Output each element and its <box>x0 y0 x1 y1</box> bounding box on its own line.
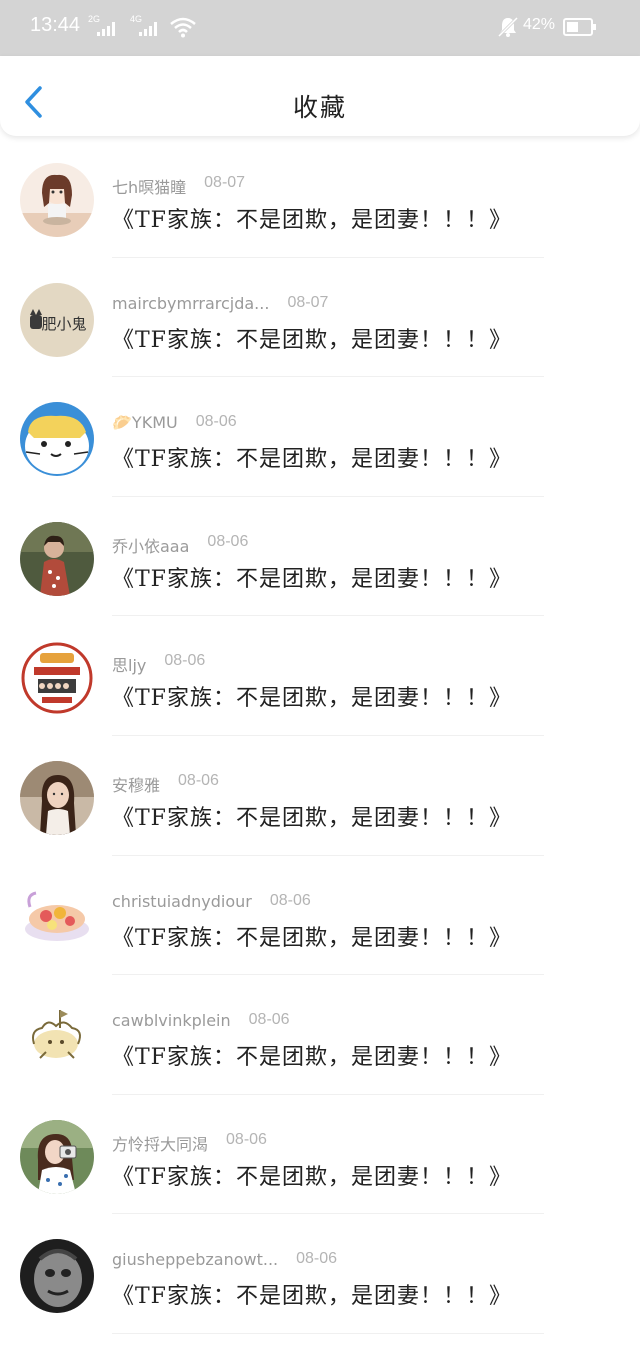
header: 收藏 <box>0 56 640 136</box>
avatar-child-photo-icon[interactable] <box>20 521 94 596</box>
status-time: 13:44 <box>30 14 81 36</box>
list-item[interactable]: 七h暝猫瞳 08-07 《TF家族：不是团欺，是团妻！！！》 <box>0 138 640 258</box>
post-date: 08-07 <box>204 174 246 191</box>
list-item[interactable]: 🥟YKMU 08-06 《TF家族：不是团欺，是团妻！！！》 <box>0 377 640 497</box>
post-date: 08-07 <box>287 293 329 311</box>
post-date: 08-06 <box>195 413 237 431</box>
user-name[interactable]: cawblvinkplein <box>112 1011 231 1030</box>
user-name[interactable]: 方怜捋大同渴 <box>112 1131 208 1155</box>
post-date: 08-06 <box>296 1250 338 1268</box>
user-name[interactable]: 乔小依aaa <box>112 533 189 557</box>
post-date: 08-06 <box>248 1011 290 1029</box>
avatar-dark-face-icon[interactable] <box>20 1239 94 1314</box>
list-item[interactable]: 方怜捋大同渴 08-06 《TF家族：不是团欺，是团妻！！！》 <box>0 1095 640 1215</box>
user-name[interactable]: 思ljy <box>112 652 146 676</box>
favorites-list: 七h暝猫瞳 08-07 《TF家族：不是团欺，是团妻！！！》 肥小鬼 mairc… <box>0 138 640 1351</box>
signal-icon: 2G <box>88 14 120 38</box>
list-item[interactable]: cawblvinkplein 08-06 《TF家族：不是团欺，是团妻！！！》 <box>0 975 640 1095</box>
list-item[interactable]: 肥小鬼 maircbymrrarcjda... 08-07 《TF家族：不是团欺… <box>0 258 640 378</box>
post-title[interactable]: 《TF家族：不是团欺，是团妻！！！》 <box>112 800 512 832</box>
battery-icon <box>563 18 596 36</box>
post-date: 08-06 <box>164 652 206 670</box>
user-name[interactable]: 七h暝猫瞳 <box>112 174 186 198</box>
list-item[interactable]: 思ljy 08-06 《TF家族：不是团欺，是团妻！！！》 <box>0 616 640 736</box>
user-name[interactable]: 安穆雅 <box>112 772 160 796</box>
post-title[interactable]: 《TF家族：不是团欺，是团妻！！！》 <box>112 1039 512 1071</box>
post-title[interactable]: 《TF家族：不是团欺，是团妻！！！》 <box>112 441 512 473</box>
user-name[interactable]: christuiadnydiour <box>112 892 252 911</box>
list-item[interactable]: giusheppebzanowt... 08-06 《TF家族：不是团欺，是团妻… <box>0 1214 640 1334</box>
list-item[interactable]: christuiadnydiour 08-06 《TF家族：不是团欺，是团妻！！… <box>0 856 640 976</box>
page-title: 收藏 <box>292 93 347 122</box>
avatar-sketch-creature-icon[interactable] <box>20 1000 94 1075</box>
avatar-cartoon-cat-icon[interactable] <box>20 402 94 477</box>
post-title[interactable]: 《TF家族：不是团欺，是团妻！！！》 <box>112 1278 512 1310</box>
post-date: 08-06 <box>178 771 219 789</box>
post-title[interactable]: 《TF家族：不是团欺，是团妻！！！》 <box>112 920 512 952</box>
post-title[interactable]: 《TF家族：不是团欺，是团妻！！！》 <box>112 202 512 234</box>
post-date: 08-06 <box>207 532 249 550</box>
battery-percent: 42% <box>523 16 556 33</box>
avatar-cat-logo-icon[interactable]: 肥小鬼 <box>20 282 94 357</box>
list-item[interactable]: 乔小依aaa 08-06 《TF家族：不是团欺，是团妻！！！》 <box>0 497 640 617</box>
status-bar: 13:44 2G 4G 42% <box>0 0 640 56</box>
avatar-girl-cartoon-icon[interactable] <box>20 163 94 237</box>
post-date: 08-06 <box>269 891 311 909</box>
signal-2-icon: 4G <box>130 14 162 38</box>
list-item[interactable]: 安穆雅 08-06 《TF家族：不是团欺，是团妻！！！》 <box>0 736 640 856</box>
post-title[interactable]: 《TF家族：不是团欺，是团妻！！！》 <box>112 322 512 354</box>
post-date: 08-06 <box>226 1130 267 1148</box>
wifi-icon <box>170 17 196 38</box>
avatar-food-bowl-icon[interactable] <box>20 880 94 955</box>
avatar-woman-photo-icon[interactable] <box>20 760 94 835</box>
mute-icon <box>497 16 519 38</box>
post-title[interactable]: 《TF家族：不是团欺，是团妻！！！》 <box>112 1159 512 1191</box>
avatar-logo-text: 肥小鬼 <box>41 315 86 333</box>
user-name[interactable]: maircbymrrarcjda... <box>112 294 269 313</box>
user-name[interactable]: 🥟YKMU <box>112 413 178 432</box>
avatar-badge-collage-icon[interactable] <box>20 641 94 716</box>
post-title[interactable]: 《TF家族：不是团欺，是团妻！！！》 <box>112 561 512 593</box>
avatar-girl-camera-icon[interactable] <box>20 1119 94 1194</box>
post-title[interactable]: 《TF家族：不是团欺，是团妻！！！》 <box>112 680 512 712</box>
user-name[interactable]: giusheppebzanowt... <box>112 1250 278 1269</box>
